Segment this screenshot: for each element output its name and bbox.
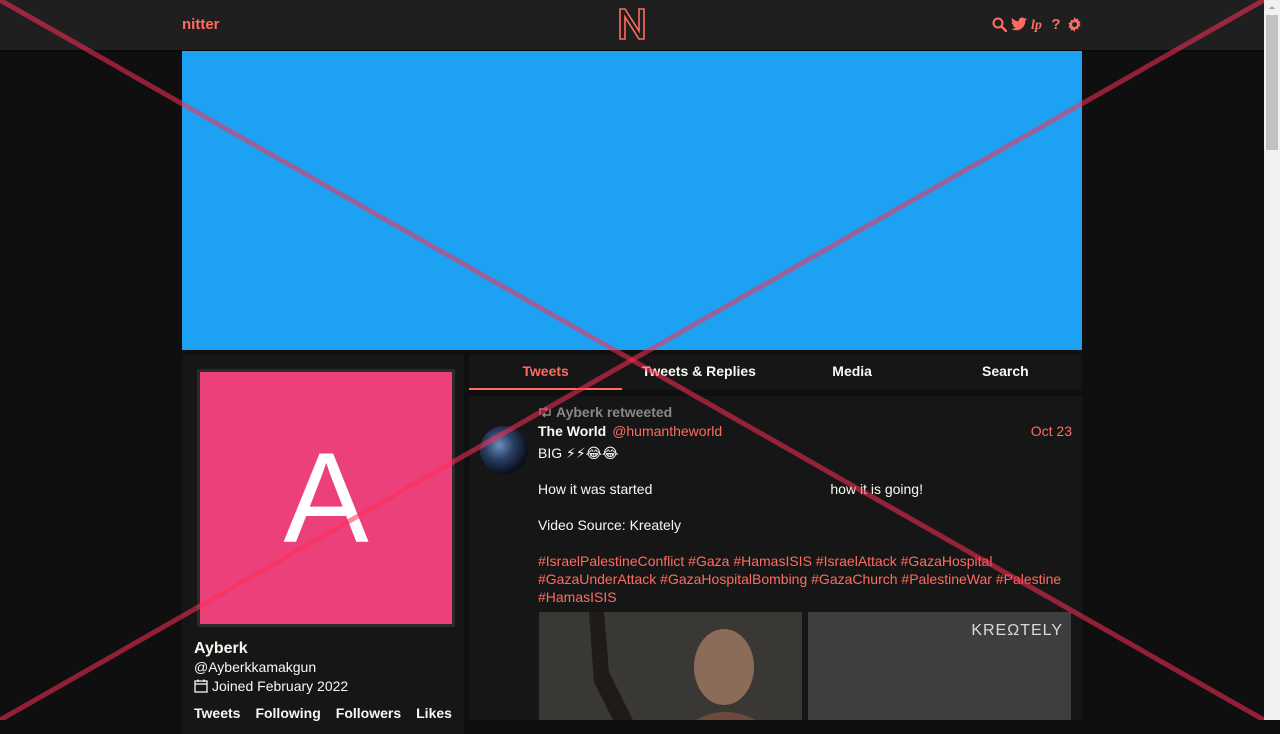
tweet-line: Video Source: Kreately (538, 517, 681, 533)
retweet-header: Ayberk retweeted (538, 404, 672, 420)
tweet-date[interactable]: Oct 23 (1031, 423, 1072, 439)
nitter-home-link[interactable]: nitter (182, 16, 220, 33)
rss-icon[interactable]: lp (1031, 15, 1045, 33)
profile-card: A Ayberk @Ayberkkamakgun Joined February… (182, 354, 464, 734)
tweet-header: The World @humantheworld Oct 23 (538, 423, 1072, 439)
nitter-logo-icon[interactable] (618, 7, 646, 41)
stat-followers[interactable]: Followers (336, 705, 401, 721)
stat-likes[interactable]: Likes (416, 705, 452, 721)
profile-username[interactable]: @Ayberkkamakgun (194, 659, 316, 675)
tweet-author-avatar[interactable] (480, 426, 528, 474)
svg-text:lp: lp (1031, 18, 1042, 32)
nav-icons: lp ? (992, 15, 1082, 33)
retweet-label: Ayberk retweeted (556, 404, 673, 420)
profile-joined: Joined February 2022 (194, 678, 348, 694)
video-thumbnail-right[interactable]: KREΩTELY (808, 612, 1071, 720)
search-icon[interactable] (992, 15, 1007, 33)
retweet-icon (539, 406, 551, 418)
navbar: nitter lp ? (0, 0, 1264, 50)
scroll-thumb[interactable] (1266, 15, 1278, 150)
tweet-media[interactable]: KREΩTELY (539, 612, 1071, 720)
tweet-hashtags[interactable]: #IsraelPalestineConflict #Gaza #HamasISI… (538, 552, 1073, 606)
calendar-icon (194, 679, 208, 693)
tweet-line-part: how it is going! (830, 481, 923, 497)
joined-date: Joined February 2022 (212, 678, 349, 694)
timeline-tabs: Tweets Tweets & Replies Media Search (469, 354, 1082, 390)
tweet-content: BIG ⚡⚡😂😂 How it was started how it is goi… (538, 444, 1073, 624)
profile-banner[interactable] (182, 51, 1082, 350)
tweet-line: BIG ⚡⚡😂😂 (538, 445, 619, 461)
tweet-username[interactable]: @humantheworld (612, 423, 722, 439)
scroll-up-arrow-icon[interactable] (1264, 0, 1280, 15)
timeline: Ayberk retweeted The World @humantheworl… (469, 396, 1082, 720)
page-scrollbar[interactable] (1264, 0, 1280, 720)
profile-fullname[interactable]: Ayberk (194, 640, 248, 658)
tab-search[interactable]: Search (929, 354, 1082, 390)
stat-following[interactable]: Following (255, 705, 320, 721)
twitter-icon[interactable] (1011, 15, 1027, 33)
profile-stats: Tweets Following Followers Likes (194, 705, 452, 721)
tab-media[interactable]: Media (776, 354, 929, 390)
tab-tweets[interactable]: Tweets (469, 354, 623, 390)
tweet-line-part: How it was started (538, 481, 653, 497)
stat-tweets[interactable]: Tweets (194, 705, 240, 721)
tweet-fullname[interactable]: The World (538, 423, 606, 439)
tab-tweets-replies[interactable]: Tweets & Replies (622, 354, 775, 390)
media-brand-text: KREΩTELY (971, 622, 1063, 639)
tweet-line: How it was started how it is going! (538, 480, 1073, 498)
video-thumbnail-left[interactable] (539, 612, 802, 720)
settings-icon[interactable] (1067, 15, 1082, 33)
help-icon[interactable]: ? (1049, 15, 1063, 33)
profile-avatar[interactable]: A (197, 369, 455, 627)
